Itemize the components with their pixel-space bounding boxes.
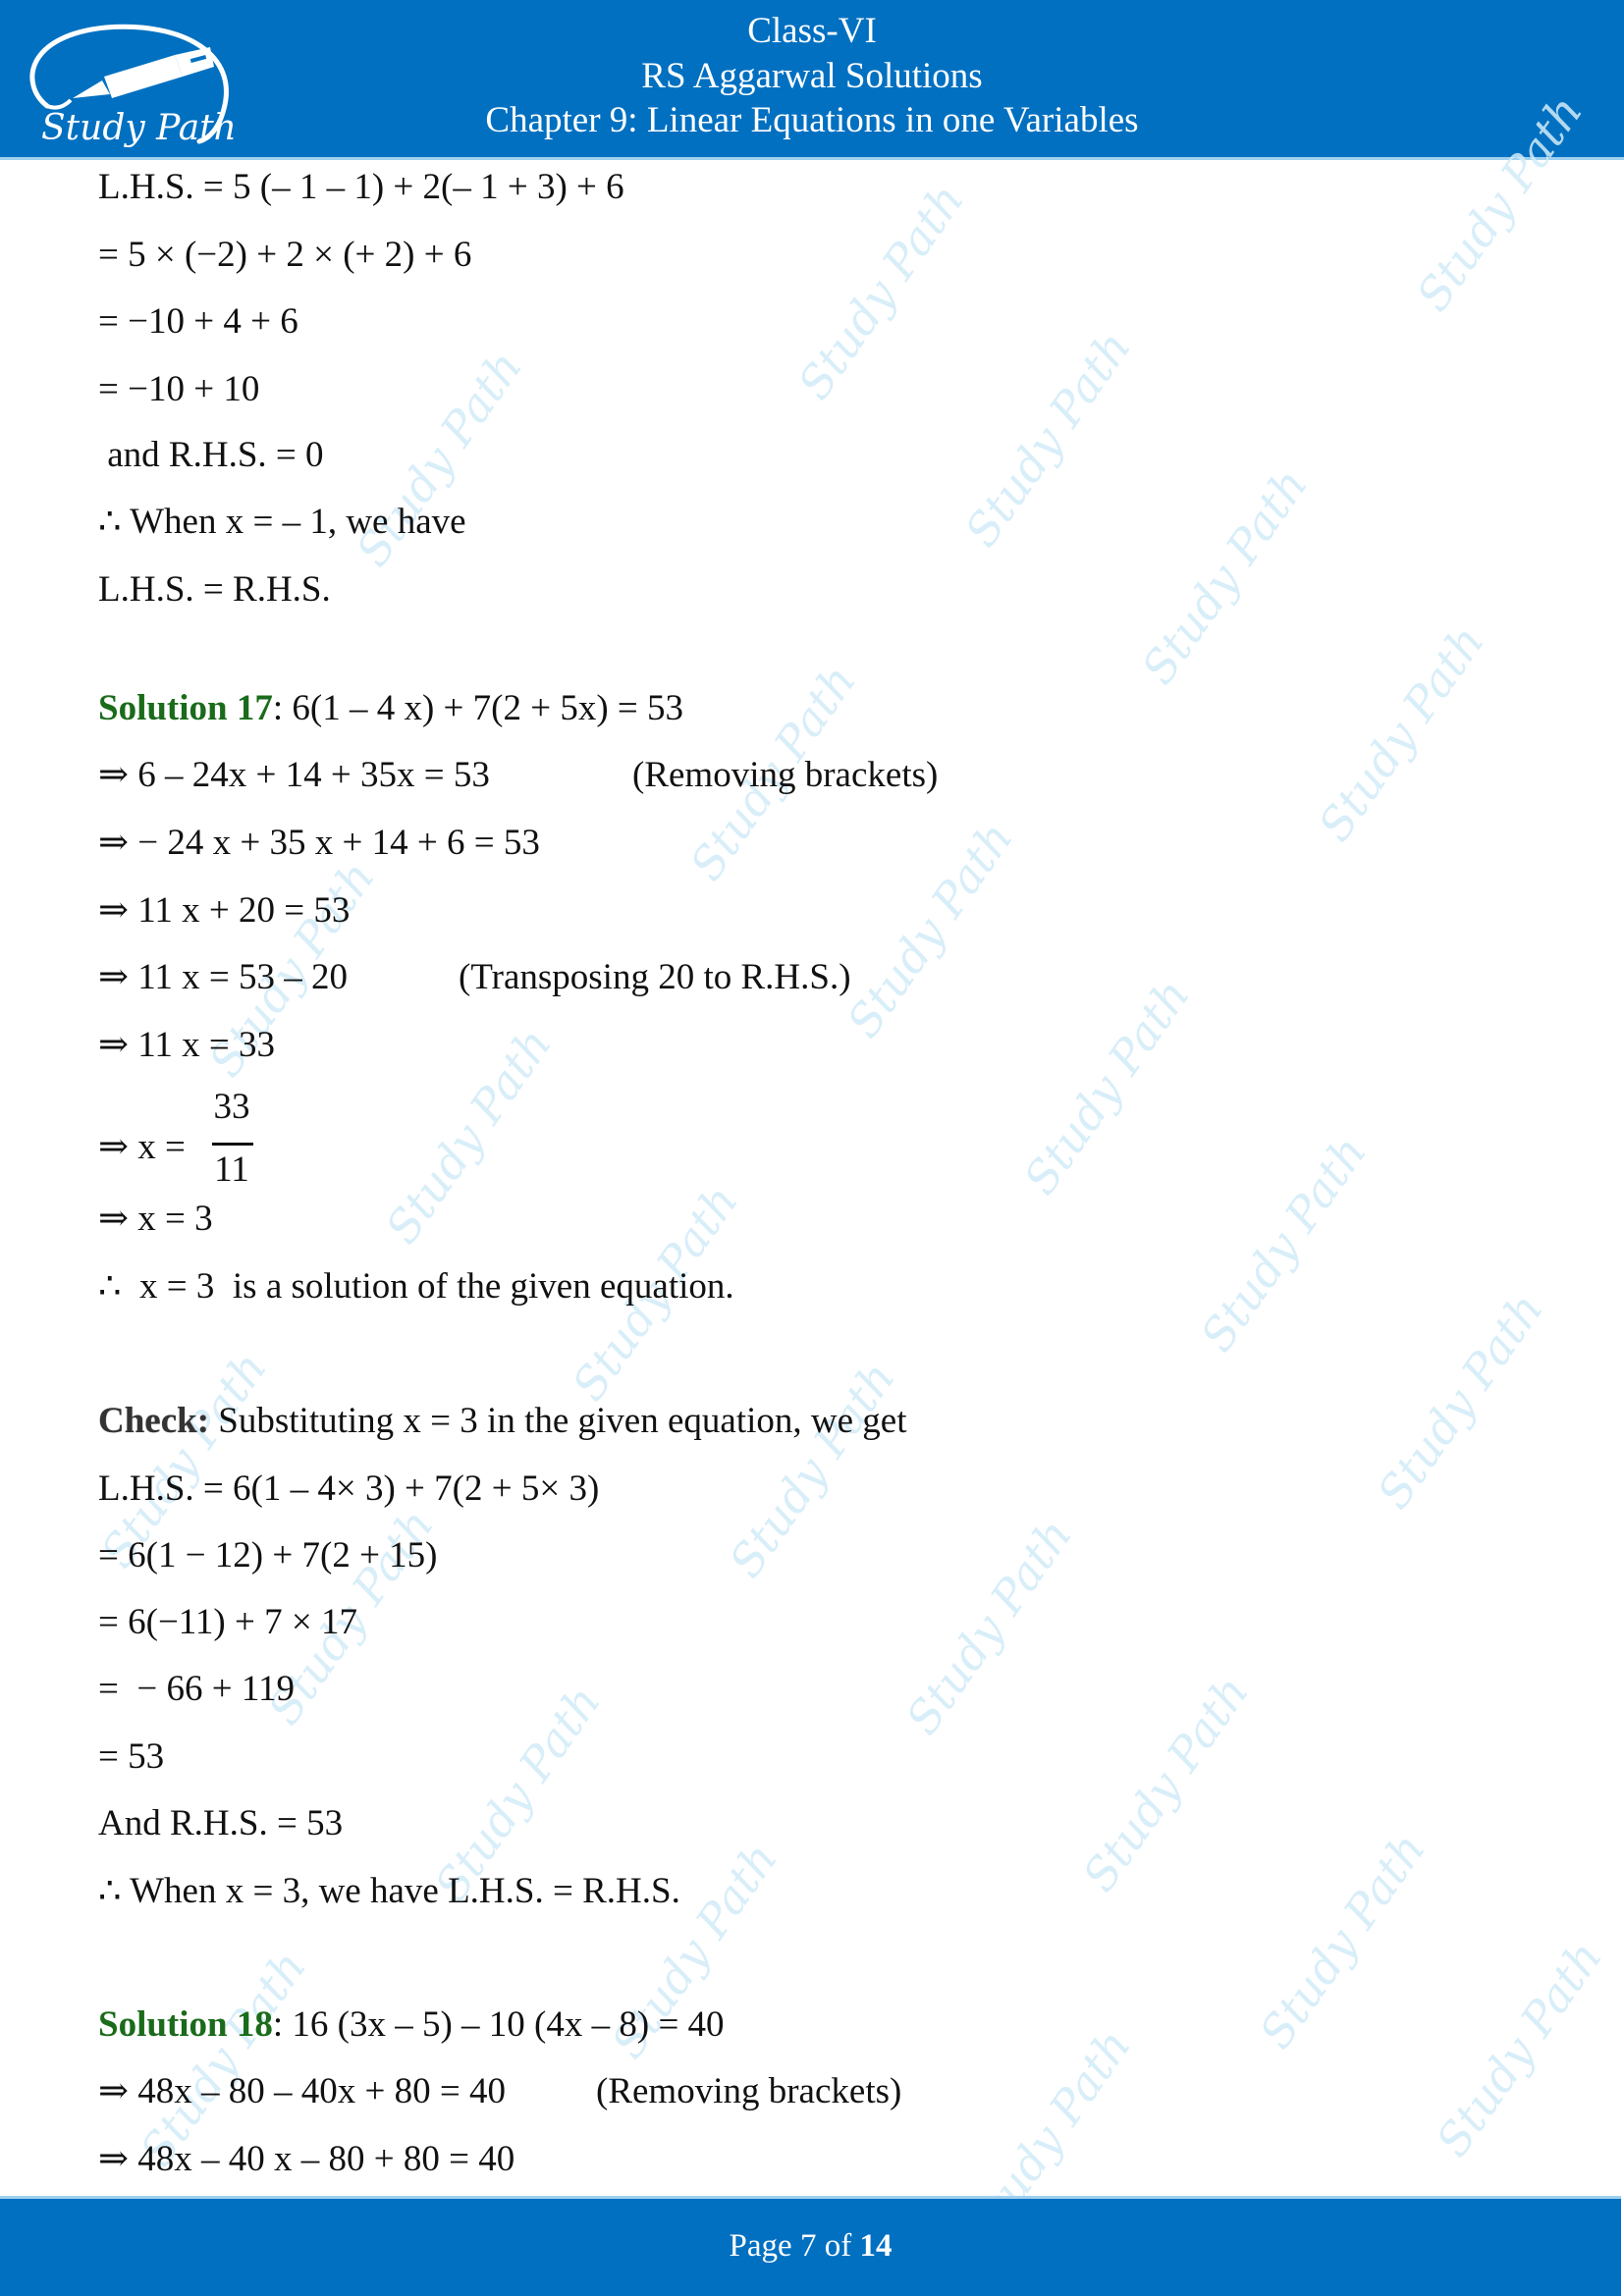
step-line: ⇒ 11 x = 33 xyxy=(98,1025,275,1065)
step-note: (Removing brackets) xyxy=(596,2071,902,2111)
page-label: Page xyxy=(729,2228,792,2264)
conclusion-line: ∴ x = 3 is a solution of the given equat… xyxy=(98,1266,734,1307)
book-title: RS Aggarwal Solutions xyxy=(641,56,983,96)
watermark: Study Path xyxy=(787,174,975,409)
solution-heading: Solution 18: 16 (3x – 5) – 10 (4x – 8) =… xyxy=(98,2001,725,2050)
page-header: Study Path Class-VI RS Aggarwal Solution… xyxy=(0,0,1624,157)
watermark: Study Path xyxy=(1131,458,1319,694)
watermark: Study Path xyxy=(1013,969,1201,1204)
text-line: L.H.S. = 5 (– 1 – 1) + 2(– 1 + 3) + 6 xyxy=(98,167,624,207)
solution-label: Solution 17 xyxy=(98,688,273,728)
watermark: Study Path xyxy=(954,321,1142,557)
watermark: Study Path xyxy=(1072,1666,1260,1901)
text-line: L.H.S. = R.H.S. xyxy=(98,569,331,610)
watermark: Study Path xyxy=(1426,1931,1613,2166)
watermark: Study Path xyxy=(1367,1283,1554,1519)
check-line: L.H.S. = 6(1 – 4× 3) + 7(2 + 5× 3) xyxy=(98,1468,600,1509)
fraction-denominator: 11 xyxy=(214,1149,249,1190)
step-line: ⇒ 11 x + 20 = 53 xyxy=(98,890,351,931)
check-line: = 53 xyxy=(98,1736,165,1777)
check-line: = 6(1 − 12) + 7(2 + 15) xyxy=(98,1535,438,1575)
check-line: ∴ When x = 3, we have L.H.S. = R.H.S. xyxy=(98,1871,680,1911)
page-footer: Page 7 of 14 xyxy=(0,2196,1621,2296)
step-note: (Removing brackets) xyxy=(632,755,939,795)
check-intro: Substituting x = 3 in the given equation… xyxy=(209,1401,907,1441)
solution-equation: : 16 (3x – 5) – 10 (4x – 8) = 40 xyxy=(272,2004,725,2045)
step-line: ⇒ 48x – 80 – 40x + 80 = 40 xyxy=(98,2071,506,2111)
step-note: (Transposing 20 to R.H.S.) xyxy=(459,957,851,997)
fraction-lead: ⇒ x = xyxy=(98,1127,195,1167)
text-line: = −10 + 4 + 6 xyxy=(98,301,298,342)
solution-label: Solution 18 xyxy=(98,2004,273,2045)
watermark: Study Path xyxy=(1249,1823,1436,2058)
chapter-title: Chapter 9: Linear Equations in one Varia… xyxy=(485,100,1139,140)
watermark: Study Path xyxy=(1308,615,1495,851)
check-label: Check: xyxy=(98,1401,210,1441)
total-pages: 14 xyxy=(859,2228,893,2264)
text-line: = 5 × (−2) + 2 × (+ 2) + 6 xyxy=(98,235,472,275)
text-line: = −10 + 10 xyxy=(98,369,260,409)
watermark: Study Path xyxy=(837,812,1024,1047)
step-line: ⇒ x = 3 xyxy=(98,1199,213,1239)
step-line: ⇒ 11 x = 53 – 20 xyxy=(98,957,348,997)
watermark: Study Path xyxy=(895,1509,1083,1744)
check-line: And R.H.S. = 53 xyxy=(98,1803,344,1843)
page-indicator: Page 7 of 14 xyxy=(0,2226,1621,2266)
text-line: ∴ When x = – 1, we have xyxy=(98,502,466,542)
watermark: Study Path xyxy=(375,1018,563,1254)
step-line: ⇒ − 24 x + 35 x + 14 + 6 = 53 xyxy=(98,823,540,863)
check-line: = 6(−11) + 7 × 17 xyxy=(98,1602,357,1642)
check-heading: Check: Substituting x = 3 in the given e… xyxy=(98,1397,906,1446)
fraction-bar xyxy=(212,1143,253,1146)
step-line: ⇒ 6 – 24x + 14 + 35x = 53 xyxy=(98,755,490,795)
step-line: ⇒ 48x – 40 x – 80 + 80 = 40 xyxy=(98,2139,515,2179)
class-title: Class-VI xyxy=(747,11,877,51)
current-page: 7 xyxy=(799,2228,817,2264)
text-line: and R.H.S. = 0 xyxy=(98,435,324,475)
solution-equation: : 6(1 – 4 x) + 7(2 + 5x) = 53 xyxy=(272,688,684,728)
solution-heading: Solution 17: 6(1 – 4 x) + 7(2 + 5x) = 53 xyxy=(98,684,683,733)
of-label: of xyxy=(824,2228,852,2264)
watermark: Study Path xyxy=(1190,1126,1378,1362)
watermark: Study Path xyxy=(719,1352,906,1587)
check-line: = − 66 + 119 xyxy=(98,1669,295,1709)
fraction-numerator: 33 xyxy=(213,1087,250,1127)
header-divider xyxy=(0,157,1624,160)
